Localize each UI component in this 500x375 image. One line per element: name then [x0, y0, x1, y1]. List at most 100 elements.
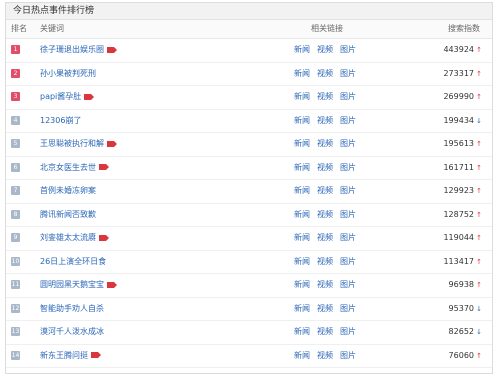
link-news[interactable]: 新闻: [294, 163, 310, 172]
ranking-list: 1 徐子珊退出娱乐圈 新闻 视频 图片 443924 ↑ 2 孙小果被判死刑 新闻 视频 图片 2733…: [6, 39, 492, 373]
link-video[interactable]: 视频: [317, 257, 333, 266]
search-index-value: 82652: [448, 327, 474, 336]
related-links: 新闻视频图片: [294, 204, 374, 227]
link-news[interactable]: 新闻: [294, 45, 310, 54]
search-index-cell: 82652 ↓: [402, 321, 482, 344]
keyword-cell: 北京女医生去世: [40, 157, 280, 180]
link-image[interactable]: 图片: [340, 163, 356, 172]
table-row: 2 孙小果被判死刑 新闻 视频 图片 273317 ↑: [6, 63, 492, 86]
table-row: 8 腾讯新闻否致歉 新闻 视频 图片 128752 ↑: [6, 204, 492, 227]
link-video[interactable]: 视频: [317, 45, 333, 54]
link-image[interactable]: 图片: [340, 210, 356, 219]
link-image[interactable]: 图片: [340, 139, 356, 148]
keyword-link[interactable]: 26日上演全环日食: [40, 257, 106, 266]
rank-cell: 3: [11, 86, 37, 109]
keyword-cell: 徐子珊退出娱乐圈: [40, 39, 280, 62]
search-index-value: 199434: [443, 115, 474, 125]
link-video[interactable]: 视频: [317, 233, 333, 242]
link-image[interactable]: 图片: [340, 280, 356, 289]
rank-cell: 15: [11, 368, 37, 373]
link-video[interactable]: 视频: [317, 327, 333, 336]
search-index-value: 128752: [443, 209, 474, 219]
search-index-cell: 199434 ↓: [402, 110, 482, 133]
link-image[interactable]: 图片: [340, 116, 356, 125]
link-news[interactable]: 新闻: [294, 69, 310, 78]
keyword-link[interactable]: 12306崩了: [40, 116, 81, 125]
table-row: 13 漠河千人泼水成冰 新闻 视频 图片 82652 ↓: [6, 321, 492, 345]
keyword-link[interactable]: 北京女医生去世: [40, 163, 96, 172]
keyword-cell: 王思聪被执行和解: [40, 133, 280, 156]
link-image[interactable]: 图片: [340, 233, 356, 242]
link-video[interactable]: 视频: [317, 351, 333, 360]
link-video[interactable]: 视频: [317, 116, 333, 125]
rank-cell: 4: [11, 110, 37, 133]
link-image[interactable]: 图片: [340, 92, 356, 101]
link-news[interactable]: 新闻: [294, 280, 310, 289]
link-video[interactable]: 视频: [317, 210, 333, 219]
keyword-link[interactable]: 首例未婚冻卵案: [40, 186, 96, 195]
keyword-link[interactable]: 圆明园黑天鹅宝宝: [40, 280, 104, 289]
link-news[interactable]: 新闻: [294, 351, 310, 360]
related-links: 新闻视频图片: [294, 63, 374, 86]
trend-up-icon: ↑: [476, 69, 482, 78]
rank-badge: 3: [11, 92, 20, 101]
search-index-value: 161711: [443, 162, 474, 172]
table-row: 4 12306崩了 新闻 视频 图片 199434 ↓: [6, 110, 492, 133]
link-news[interactable]: 新闻: [294, 186, 310, 195]
trend-down-icon: ↓: [476, 116, 482, 125]
keyword-link[interactable]: 智能助手劝人自杀: [40, 304, 104, 313]
link-video[interactable]: 视频: [317, 92, 333, 101]
keyword-link[interactable]: 刘銮雄太太流赓: [40, 233, 96, 242]
rank-badge: 8: [11, 209, 20, 219]
trend-up-icon: ↑: [476, 234, 482, 242]
link-news[interactable]: 新闻: [294, 304, 310, 313]
link-news[interactable]: 新闻: [294, 257, 310, 266]
keyword-cell: 12306崩了: [40, 110, 280, 133]
trend-up-icon: ↑: [476, 187, 482, 195]
table-row: 11 圆明园黑天鹅宝宝 新闻 视频 图片 96938 ↑: [6, 274, 492, 298]
keyword-link[interactable]: papi酱孕肚: [40, 92, 81, 101]
trend-up-icon: ↑: [476, 210, 482, 219]
link-image[interactable]: 图片: [340, 327, 356, 336]
search-index-cell: 161711 ↑: [402, 157, 482, 180]
link-image[interactable]: 图片: [340, 186, 356, 195]
link-news[interactable]: 新闻: [294, 210, 310, 219]
link-news[interactable]: 新闻: [294, 327, 310, 336]
keyword-link[interactable]: 新东王腾问挺: [40, 351, 88, 360]
link-image[interactable]: 图片: [340, 69, 356, 78]
rank-cell: 12: [11, 298, 37, 321]
new-flag-icon: [99, 234, 109, 241]
keyword-cell: 腾讯新闻否致歉: [40, 204, 280, 227]
link-video[interactable]: 视频: [317, 304, 333, 313]
link-video[interactable]: 视频: [317, 280, 333, 289]
search-index-value: 119044: [443, 233, 474, 242]
link-video[interactable]: 视频: [317, 139, 333, 148]
rank-badge: 14: [11, 350, 20, 360]
search-index-cell: 128752 ↑: [402, 204, 482, 227]
keyword-cell: 孙小果被判死刑: [40, 63, 280, 86]
link-video[interactable]: 视频: [317, 69, 333, 78]
link-news[interactable]: 新闻: [294, 233, 310, 242]
new-flag-icon: [107, 140, 117, 147]
link-news[interactable]: 新闻: [294, 92, 310, 101]
keyword-link[interactable]: 徐子珊退出娱乐圈: [40, 45, 104, 54]
search-index-value: 95370: [448, 303, 474, 313]
related-links: 新闻视频图片: [294, 133, 374, 156]
link-image[interactable]: 图片: [340, 257, 356, 266]
related-links: 新闻视频图片: [294, 157, 374, 180]
keyword-link[interactable]: 王思聪被执行和解: [40, 139, 104, 148]
search-index-cell: 195613 ↑: [402, 133, 482, 156]
link-news[interactable]: 新闻: [294, 116, 310, 125]
keyword-link[interactable]: 漠河千人泼水成冰: [40, 327, 104, 336]
link-image[interactable]: 图片: [340, 351, 356, 360]
table-row: 7 首例未婚冻卵案 新闻 视频 图片 129923 ↑: [6, 180, 492, 204]
link-news[interactable]: 新闻: [294, 139, 310, 148]
link-video[interactable]: 视频: [317, 186, 333, 195]
keyword-link[interactable]: 孙小果被判死刑: [40, 69, 96, 78]
related-links: 新闻视频图片: [294, 345, 374, 368]
keyword-link[interactable]: 腾讯新闻否致歉: [40, 210, 96, 219]
link-image[interactable]: 图片: [340, 45, 356, 54]
link-video[interactable]: 视频: [317, 163, 333, 172]
search-index-cell: 95370 ↓: [402, 298, 482, 321]
link-image[interactable]: 图片: [340, 304, 356, 313]
